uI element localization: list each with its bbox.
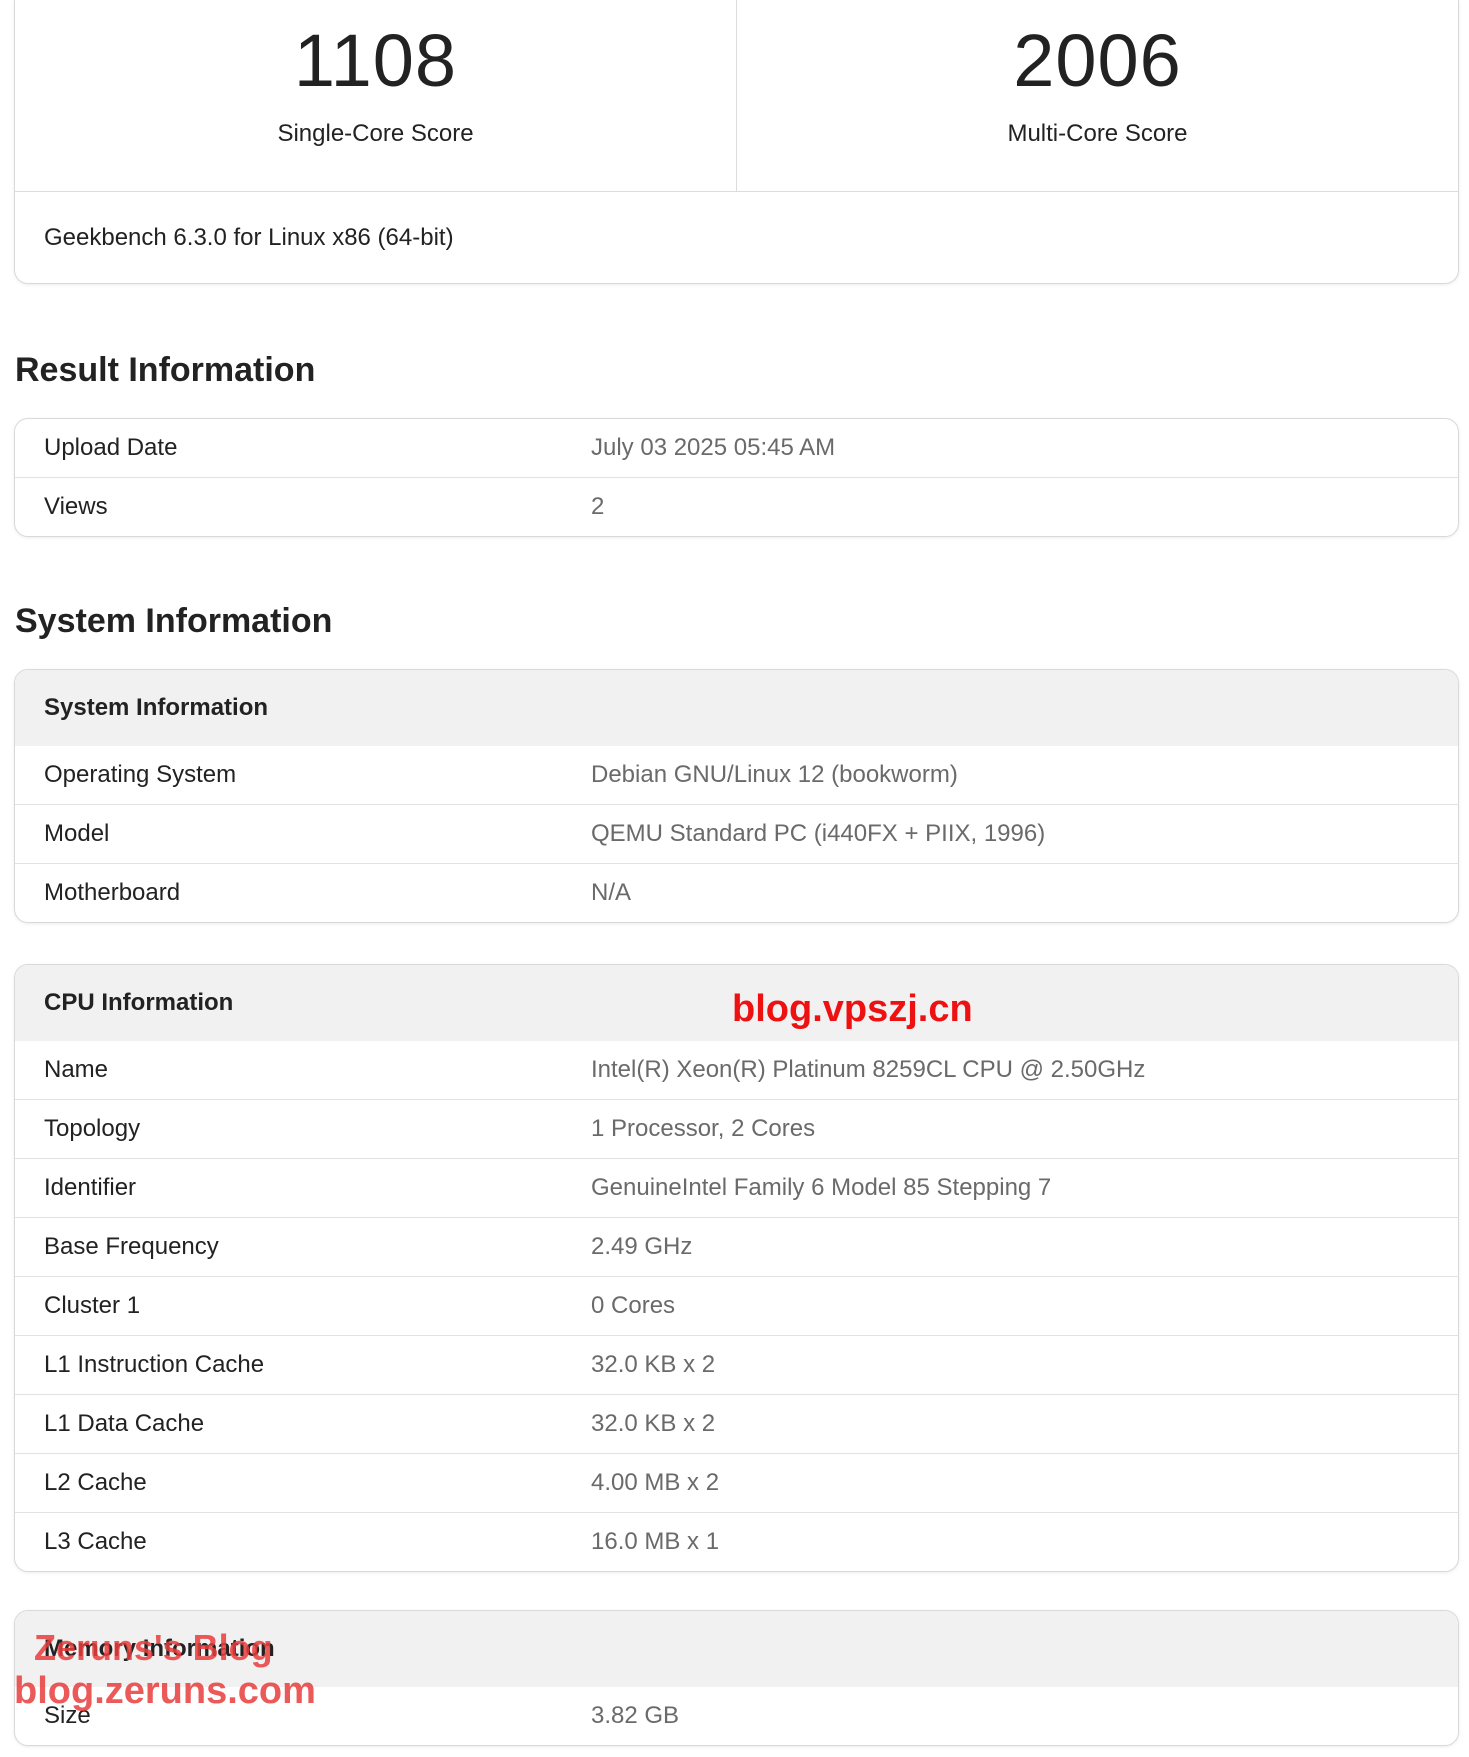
row-key: Model [44, 820, 110, 847]
row-key: Identifier [44, 1174, 137, 1201]
score-card: 1108 Single-Core Score 2006 Multi-Core S… [14, 0, 1459, 284]
row-value: 32.0 KB x 2 [591, 1410, 716, 1437]
result-information-title: Result Information [15, 351, 316, 389]
scores-row: 1108 Single-Core Score 2006 Multi-Core S… [15, 0, 1458, 192]
row-value: 1 Processor, 2 Cores [591, 1115, 816, 1142]
cpu-row-topology: Topology 1 Processor, 2 Cores [15, 1099, 1458, 1158]
row-value: 3.82 GB [591, 1702, 680, 1729]
row-value: 16.0 MB x 1 [591, 1528, 720, 1555]
row-key: Upload Date [44, 434, 178, 461]
row-key: L2 Cache [44, 1469, 147, 1496]
row-value: 2.49 GHz [591, 1233, 693, 1260]
row-key: L1 Instruction Cache [44, 1351, 265, 1378]
watermark-zeruns-url: blog.zeruns.com [14, 1670, 316, 1712]
multi-core-score-value: 2006 [1013, 19, 1182, 102]
row-key: Topology [44, 1115, 141, 1142]
row-key: L1 Data Cache [44, 1410, 205, 1437]
single-core-score-label: Single-Core Score [277, 120, 474, 147]
row-value: Intel(R) Xeon(R) Platinum 8259CL CPU @ 2… [591, 1056, 1146, 1083]
system-information-card: System Information Operating System Debi… [14, 669, 1459, 923]
system-row-model: Model QEMU Standard PC (i440FX + PIIX, 1… [15, 804, 1458, 863]
result-row-upload-date: Upload Date July 03 2025 05:45 AM [15, 419, 1458, 477]
row-key: Views [44, 493, 108, 520]
cpu-row-name: Name Intel(R) Xeon(R) Platinum 8259CL CP… [15, 1041, 1458, 1099]
row-key: L3 Cache [44, 1528, 147, 1555]
result-row-views: Views 2 [15, 477, 1458, 536]
cpu-row-l1-data-cache: L1 Data Cache 32.0 KB x 2 [15, 1394, 1458, 1453]
watermark-vpszj: blog.vpszj.cn [732, 988, 973, 1030]
system-row-motherboard: Motherboard N/A [15, 863, 1458, 922]
row-value: GenuineIntel Family 6 Model 85 Stepping … [591, 1174, 1052, 1201]
row-value: 0 Cores [591, 1292, 676, 1319]
result-information-card: Upload Date July 03 2025 05:45 AM Views … [14, 418, 1459, 537]
multi-core-score-label: Multi-Core Score [1007, 120, 1188, 147]
row-key: Name [44, 1056, 109, 1083]
row-value: QEMU Standard PC (i440FX + PIIX, 1996) [591, 820, 1046, 847]
cpu-row-base-frequency: Base Frequency 2.49 GHz [15, 1217, 1458, 1276]
cpu-row-l3-cache: L3 Cache 16.0 MB x 1 [15, 1512, 1458, 1571]
cpu-row-identifier: Identifier GenuineIntel Family 6 Model 8… [15, 1158, 1458, 1217]
system-information-title: System Information [15, 602, 333, 640]
cpu-information-card: CPU Information Name Intel(R) Xeon(R) Pl… [14, 964, 1459, 1572]
cpu-row-l2-cache: L2 Cache 4.00 MB x 2 [15, 1453, 1458, 1512]
single-core-score-value: 1108 [293, 19, 458, 102]
row-key: Motherboard [44, 879, 181, 906]
cpu-row-l1-instruction-cache: L1 Instruction Cache 32.0 KB x 2 [15, 1335, 1458, 1394]
multi-core-score: 2006 Multi-Core Score [736, 0, 1458, 191]
system-row-os: Operating System Debian GNU/Linux 12 (bo… [15, 746, 1458, 804]
row-value: 32.0 KB x 2 [591, 1351, 716, 1378]
row-key: Operating System [44, 761, 237, 788]
row-value: July 03 2025 05:45 AM [591, 434, 836, 461]
row-key: Cluster 1 [44, 1292, 141, 1319]
system-information-heading: System Information [15, 670, 1458, 746]
single-core-score: 1108 Single-Core Score [15, 0, 736, 191]
row-value: 4.00 MB x 2 [591, 1469, 720, 1496]
row-value: N/A [591, 879, 632, 906]
row-value: Debian GNU/Linux 12 (bookworm) [591, 761, 958, 788]
row-value: 2 [591, 493, 605, 520]
cpu-row-cluster-1: Cluster 1 0 Cores [15, 1276, 1458, 1335]
row-key: Base Frequency [44, 1233, 219, 1260]
watermark-zeruns-name: Zeruns's Blog [34, 1627, 273, 1668]
benchmark-version: Geekbench 6.3.0 for Linux x86 (64-bit) [44, 224, 454, 251]
